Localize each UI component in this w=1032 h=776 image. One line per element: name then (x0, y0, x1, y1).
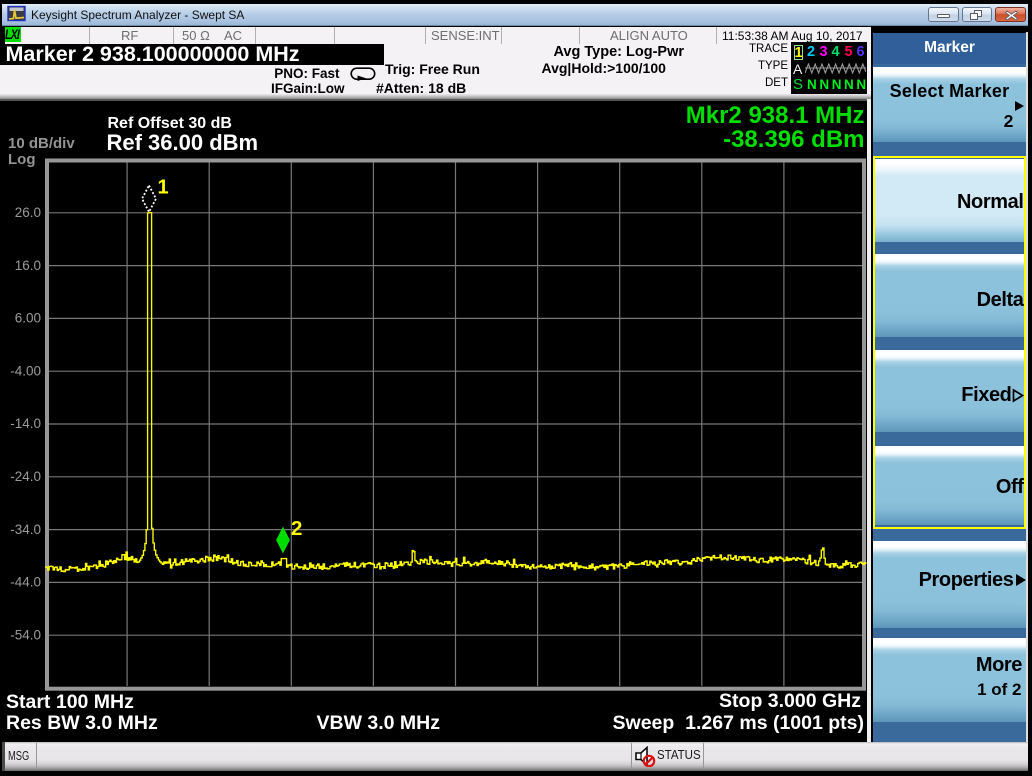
svg-text:6.00: 6.00 (15, 311, 41, 326)
svg-text:-4.00: -4.00 (10, 363, 41, 378)
svg-text:-14.0: -14.0 (10, 416, 41, 431)
svg-text:16.0: 16.0 (15, 258, 41, 273)
svg-text:1: 1 (158, 177, 169, 199)
svg-text:26.0: 26.0 (15, 205, 41, 220)
svg-text:-24.0: -24.0 (10, 469, 41, 484)
svg-text:-54.0: -54.0 (10, 627, 41, 642)
svg-text:-34.0: -34.0 (10, 522, 41, 537)
svg-text:2: 2 (291, 517, 302, 540)
svg-text:-44.0: -44.0 (10, 575, 41, 590)
